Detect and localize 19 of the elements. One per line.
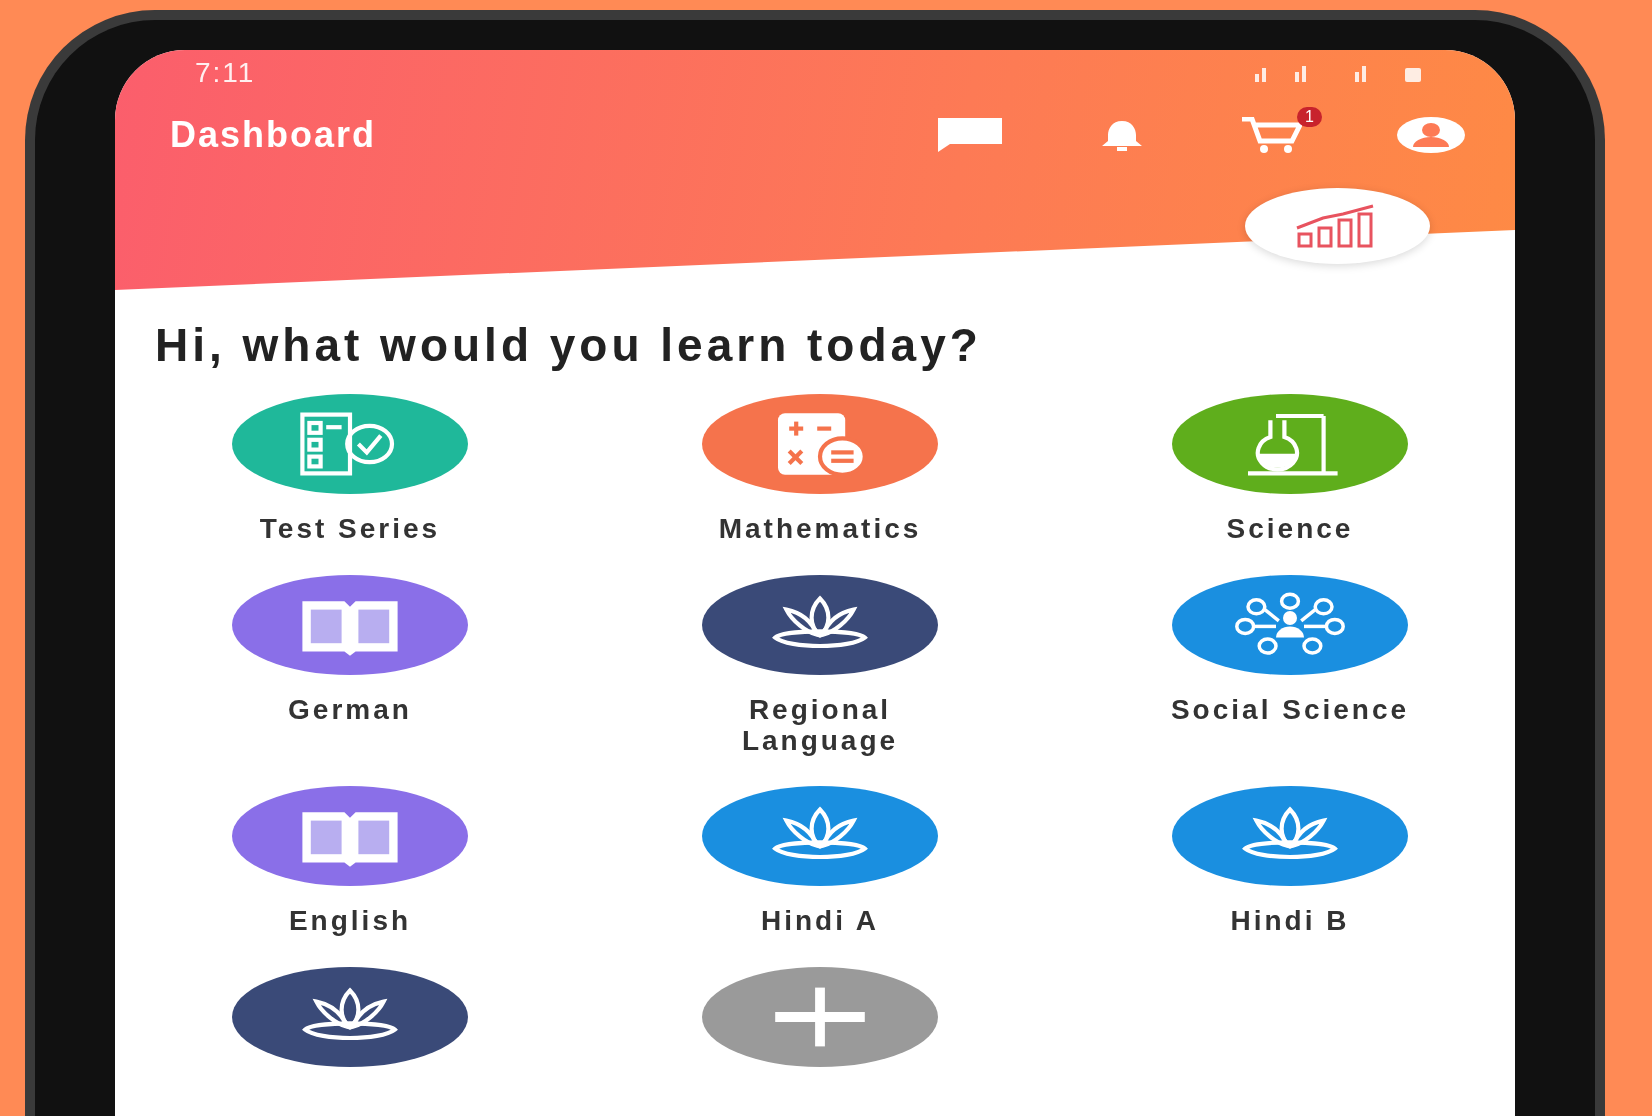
cart-badge: 1 [1297, 107, 1322, 127]
greeting-heading: Hi, what would you learn today? [155, 318, 983, 372]
cart-icon [1242, 117, 1302, 153]
subject-tile[interactable]: English [115, 786, 585, 938]
status-time: 7:11 [195, 56, 256, 89]
subject-tile[interactable]: Science [1055, 394, 1515, 545]
cart-button[interactable]: 1 [1242, 107, 1322, 153]
subject-tile[interactable]: Regional Language [585, 574, 1055, 757]
chat-icon [938, 118, 1002, 152]
subject-tile[interactable]: Hindi A [585, 786, 1055, 938]
profile-button[interactable] [1397, 117, 1465, 153]
chat-button[interactable] [938, 118, 1002, 152]
person-icon [1397, 117, 1465, 153]
subject-tile[interactable]: Hindi B [1055, 786, 1515, 938]
subject-tile[interactable]: Mathematics [585, 394, 1055, 545]
subject-tile[interactable]: German [115, 574, 585, 757]
subject-tile[interactable]: Social Science [1055, 574, 1515, 757]
app-title: Dashboard [170, 114, 378, 156]
subject-tile[interactable]: Test Series [115, 394, 585, 545]
